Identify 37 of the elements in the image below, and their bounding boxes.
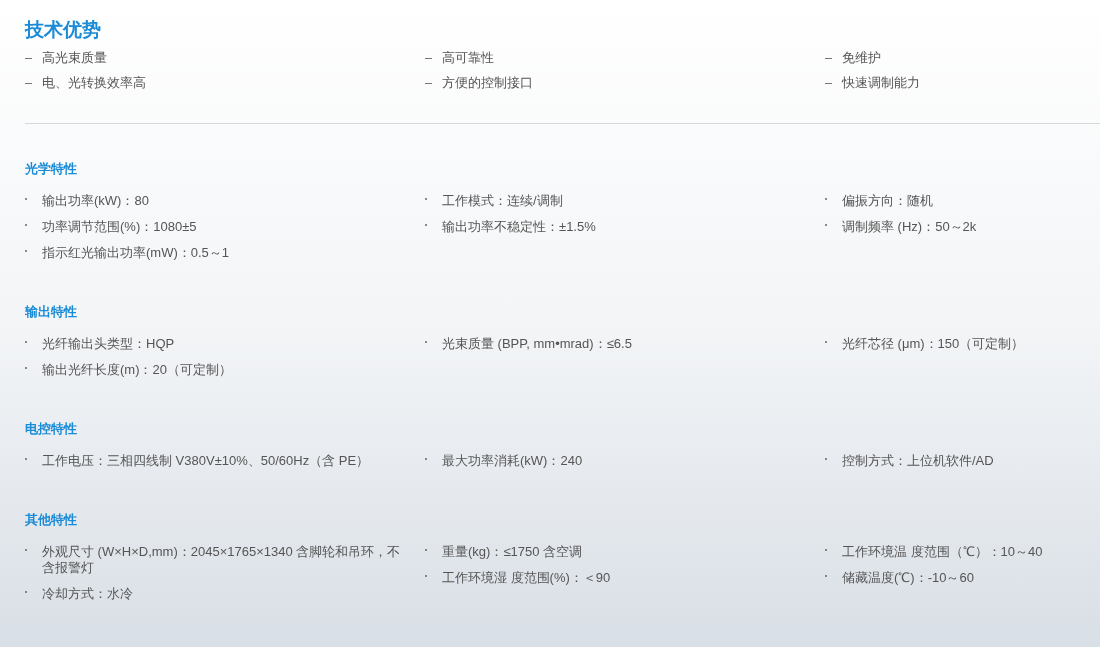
spec-text: 输出光纤长度(m)：20（可定制） [42,362,233,378]
spec-text: 指示红光输出功率(mW)：0.5～1 [42,245,231,261]
spec-text: 光纤芯径 (μm)：150（可定制） [842,336,1026,352]
spec-text: 输出功率不稳定性：±1.5% [442,219,597,235]
spec-text: 调制频率 (Hz)：50～2k [842,219,978,235]
spec-text: 冷却方式：水冷 [42,586,134,602]
section-title: 电控特性 [25,420,78,438]
dash-icon [825,58,832,59]
spec-text: 电、光转换效率高 [42,75,147,91]
spec-text: 工作环境湿 度范围(%)：＜90 [442,570,612,586]
spec-text: 输出功率(kW)：80 [42,193,150,209]
spec-text: 免维护 [842,50,882,66]
spec-text: 最大功率消耗(kW)：240 [442,453,584,469]
section-title: 输出特性 [25,303,78,321]
spec-text: 偏振方向：随机 [842,193,934,209]
dash-icon [25,58,32,59]
spec-text: 高光束质量 [42,50,108,66]
dash-icon [425,83,432,84]
dash-icon [25,83,32,84]
spec-text: 工作环境温 度范围（℃）：10～40 [842,544,1044,560]
spec-text: 光纤输出头类型：HQP [42,336,176,352]
spec-text: 方便的控制接口 [442,75,534,91]
spec-text: 光束质量 (BPP, mm•mrad)：≤6.5 [442,336,633,352]
spec-text: 控制方式：上位机软件/AD [842,453,995,469]
spec-text: 工作模式：连续/调制 [442,193,564,209]
section-title: 光学特性 [25,160,78,178]
spec-text: 外观尺寸 (W×H×D,mm)：2045×1765×1340 含脚轮和吊环，不含报警灯 [42,544,402,576]
dash-icon [425,58,432,59]
spec-text: 功率调节范围(%)：1080±5 [42,219,198,235]
spec-text: 储藏温度(℃)：-10～60 [842,570,975,586]
spec-text: 工作电压：三相四线制 V380V±10%、50/60Hz（含 PE） [42,453,371,469]
page-title: 技术优势 [25,18,102,42]
spec-text: 高可靠性 [442,50,495,66]
spec-text: 快速调制能力 [842,75,921,91]
spec-text: 重量(kg)：≤1750 含空调 [442,544,584,560]
dash-icon [825,83,832,84]
section-title: 其他特性 [25,511,78,529]
